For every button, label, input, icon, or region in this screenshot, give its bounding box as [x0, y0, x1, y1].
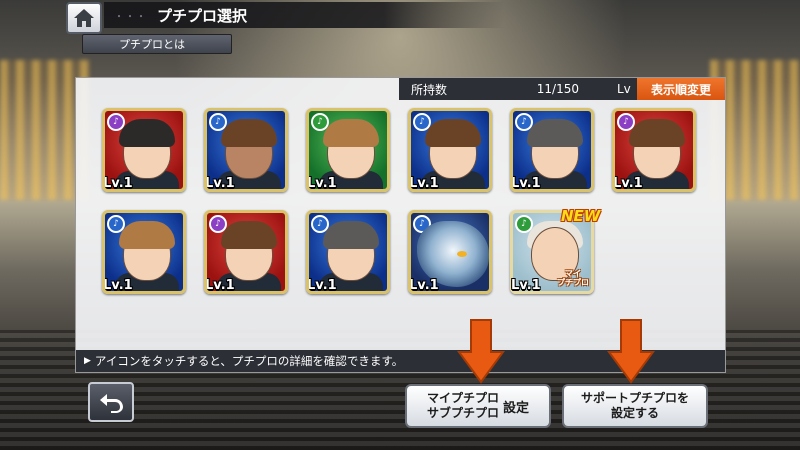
character-hair [323, 119, 379, 147]
change-sort-button[interactable]: 表示順変更 [637, 78, 725, 100]
puchipro-card[interactable]: ♪ Lv.1 [612, 108, 696, 192]
hint-text: アイコンをタッチすると、プチプロの詳細を確認できます。 [94, 354, 404, 368]
home-button[interactable] [66, 2, 102, 34]
puchipro-card[interactable]: ♪ Lv.1 [510, 108, 594, 192]
level-label: Lv.1 [511, 278, 541, 293]
level-label: Lv.1 [307, 278, 337, 293]
level-label: Lv.1 [409, 278, 439, 293]
support-label: サポートプチプロを 設定する [581, 391, 689, 421]
character-hair [323, 221, 379, 249]
dragon-eye [457, 251, 467, 257]
support-line-2: 設定する [610, 406, 659, 420]
about-puchipro-button[interactable]: プチプロとは [82, 34, 232, 54]
puchipro-card-new[interactable]: NEW ♪ マイ プチプロ Lv.1 [510, 207, 600, 294]
triangle-icon: ▶ [84, 356, 91, 366]
home-icon [74, 9, 94, 27]
page-title: プチプロ選択 [157, 6, 248, 25]
my-puchipro-tag: マイ プチプロ [557, 269, 589, 287]
level-label: Lv.1 [409, 176, 439, 191]
title-dots: ・・・ [114, 11, 147, 23]
level-label: Lv.1 [613, 176, 643, 191]
puchipro-card[interactable]: ♪ Lv.1 [306, 210, 390, 294]
puchipro-card[interactable]: ♪ Lv.1 [204, 108, 288, 192]
level-sort-label: Lv [617, 82, 631, 96]
character-hair [425, 119, 481, 147]
puchipro-card[interactable]: ♪ Lv.1 [306, 108, 390, 192]
level-label: Lv.1 [205, 176, 235, 191]
character-hair [119, 119, 175, 147]
my-sub-label: マイプチプロ サブプチプロ [427, 391, 499, 421]
puchipro-card[interactable]: ♪ Lv.1 [204, 210, 288, 294]
back-button[interactable] [88, 382, 134, 422]
title-bar: ・・・ プチプロ選択 [104, 2, 504, 28]
down-arrow-icon [457, 319, 505, 384]
new-badge: NEW [561, 207, 601, 225]
support-line-1: サポートプチプロを [580, 391, 689, 405]
support-puchipro-settings-button[interactable]: サポートプチプロを 設定する [562, 384, 708, 428]
level-label: Lv.1 [511, 176, 541, 191]
puchipro-card[interactable]: ♪ Lv.1 [102, 210, 186, 294]
character-hair [629, 119, 685, 147]
level-label: Lv.1 [205, 278, 235, 293]
puchipro-card[interactable]: ♪ Lv.1 [408, 108, 492, 192]
level-label: Lv.1 [103, 278, 133, 293]
character-hair [221, 119, 277, 147]
character-hair [221, 221, 277, 249]
puchipro-card[interactable]: ♪ Lv.1 [102, 108, 186, 192]
settings-label: 設定 [503, 400, 530, 416]
puchipro-card[interactable]: ♪ Lv.1 [408, 210, 492, 294]
level-label: Lv.1 [103, 176, 133, 191]
character-hair [119, 221, 175, 249]
owned-count: 11/150 [536, 82, 579, 96]
level-label: Lv.1 [307, 176, 337, 191]
down-arrow-icon [607, 319, 655, 384]
back-arrow-icon [100, 394, 123, 413]
owned-label: 所持数 [411, 82, 448, 97]
sub-puchipro-line: サブプチプロ [426, 406, 499, 420]
my-puchipro-line: マイプチプロ [426, 391, 499, 405]
character-hair [527, 119, 583, 147]
my-sub-puchipro-settings-button[interactable]: マイプチプロ サブプチプロ 設定 [405, 384, 551, 428]
